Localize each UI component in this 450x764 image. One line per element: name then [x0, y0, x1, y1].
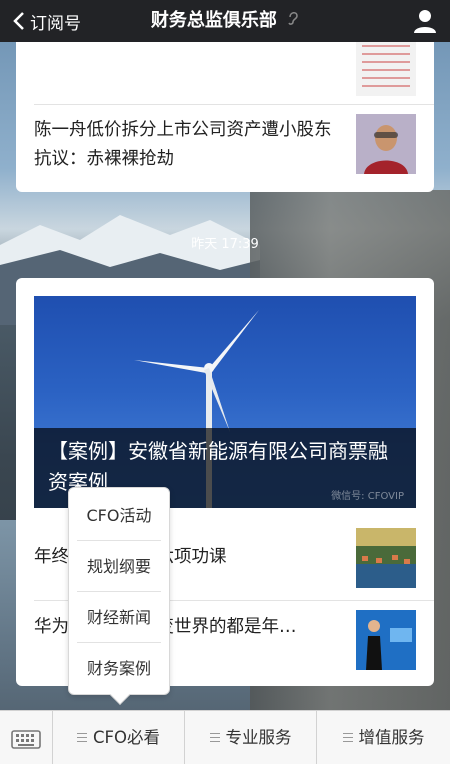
profile-icon[interactable]: [410, 6, 440, 36]
article-thumbnail: [356, 114, 416, 174]
submenu-item-finance-news[interactable]: 财经新闻: [69, 592, 169, 643]
back-button[interactable]: 订阅号: [8, 0, 81, 42]
keyboard-toggle-button[interactable]: [0, 711, 53, 764]
cfo-submenu: CFO活动 规划纲要 财经新闻 财务案例: [68, 487, 170, 705]
tab-label: 增值服务: [358, 728, 425, 747]
tab-label: CFO必看: [93, 728, 160, 747]
article-thumbnail: [356, 36, 416, 96]
tab-value-added-services[interactable]: 增值服务: [317, 711, 450, 764]
chevron-left-icon: [8, 0, 30, 42]
message-card: 财务报表里的28条投资密码，你造吗? 陈一舟低价拆分上市公司资产遭小股东抗议：赤…: [16, 30, 434, 192]
menu-lines-icon: [342, 733, 353, 742]
tab-label: 专业服务: [225, 728, 292, 747]
account-name: 财务总监俱乐部: [150, 10, 277, 31]
bottom-menu-bar: CFO必看 专业服务 增值服务: [0, 710, 450, 764]
divider: [34, 104, 434, 105]
keyboard-icon: [11, 730, 41, 749]
tab-professional-services[interactable]: 专业服务: [185, 711, 317, 764]
featured-article-title: 【案例】安徽省新能源有限公司商票融资案例: [48, 439, 388, 494]
article-thumbnail: [356, 610, 416, 670]
featured-article[interactable]: 【案例】安徽省新能源有限公司商票融资案例 微信号: CFOVIP: [34, 296, 416, 508]
message-timestamp: 昨天 17:39: [191, 237, 259, 252]
submenu-item-planning[interactable]: 规划纲要: [69, 541, 169, 592]
tab-cfo-must-see[interactable]: CFO必看: [53, 711, 185, 764]
article-item[interactable]: 陈一舟低价拆分上市公司资产遭小股东抗议：赤裸裸抢劫: [34, 114, 416, 176]
article-thumbnail: [356, 528, 416, 588]
watermark: 微信号: CFOVIP: [331, 491, 404, 502]
top-nav-bar: 订阅号 财务总监俱乐部: [0, 0, 450, 42]
menu-lines-icon: [77, 733, 87, 742]
menu-lines-icon: [209, 733, 220, 742]
back-label: 订阅号: [30, 13, 81, 34]
submenu-item-cfo-activity[interactable]: CFO活动: [69, 490, 169, 541]
article-title: 陈一舟低价拆分上市公司资产遭小股东抗议：赤裸裸抢劫: [34, 120, 332, 169]
earpiece-icon: [287, 0, 299, 42]
